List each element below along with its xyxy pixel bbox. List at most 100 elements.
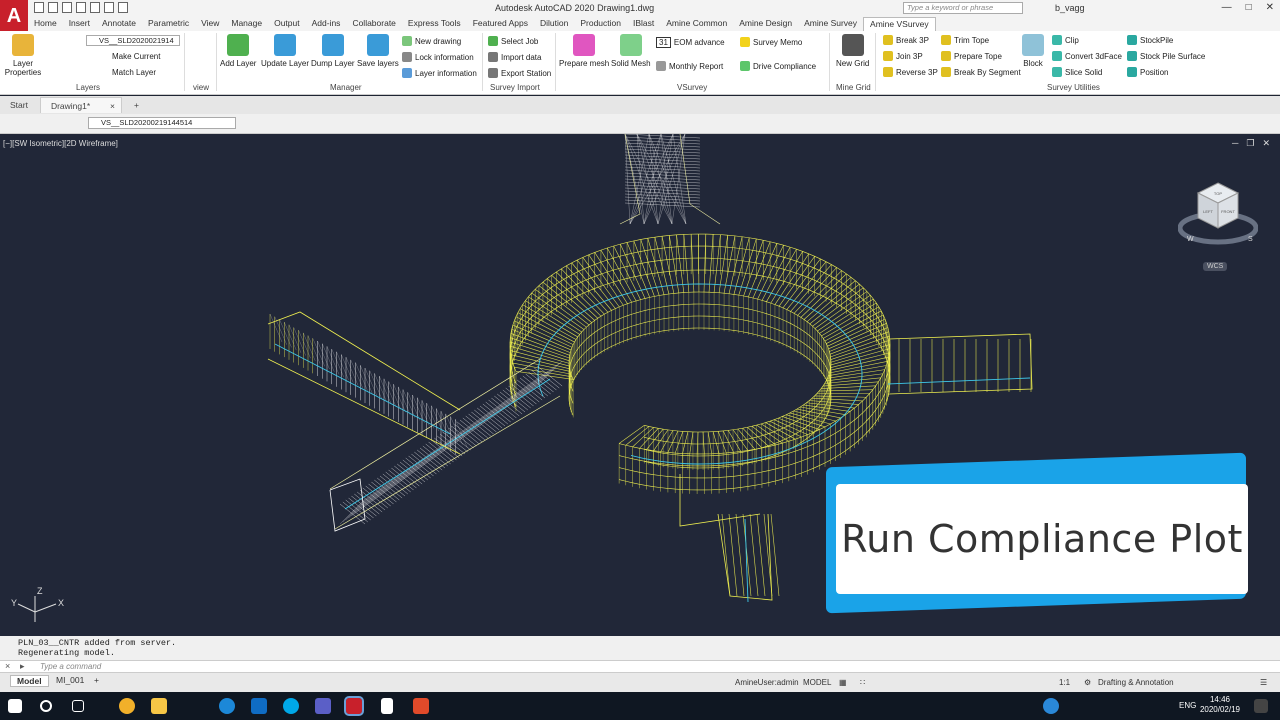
save-icon[interactable] bbox=[62, 2, 72, 13]
tab-express-tools[interactable]: Express Tools bbox=[402, 17, 467, 31]
prepare-mesh-button[interactable]: Prepare mesh bbox=[559, 34, 609, 68]
new-drawing-button[interactable]: New drawing bbox=[402, 36, 461, 46]
tab-iblast[interactable]: IBlast bbox=[627, 17, 660, 31]
edge-icon[interactable] bbox=[219, 698, 235, 714]
tab-amine-common[interactable]: Amine Common bbox=[660, 17, 733, 31]
clip-button[interactable]: Clip bbox=[1052, 35, 1079, 45]
taskbar-clock[interactable]: 14:46 2020/02/19 bbox=[1200, 695, 1240, 715]
survey-memo-button[interactable]: Survey Memo bbox=[740, 37, 802, 47]
import-data-button[interactable]: Import data bbox=[488, 52, 541, 62]
break-by-segment-button[interactable]: Break By Segment bbox=[941, 67, 1021, 77]
update-layer-button[interactable]: Update Layer bbox=[261, 34, 309, 68]
grid-toggle-icon[interactable]: ▦ bbox=[839, 678, 847, 687]
tab-collaborate[interactable]: Collaborate bbox=[346, 17, 401, 31]
close-button[interactable]: ✕ bbox=[1266, 2, 1274, 13]
notepad-icon[interactable] bbox=[381, 698, 393, 714]
search-input[interactable]: Type a keyword or phrase bbox=[903, 2, 1023, 14]
solid-mesh-button[interactable]: Solid Mesh bbox=[611, 34, 651, 68]
search-icon[interactable] bbox=[40, 700, 52, 712]
reverse-3p-button[interactable]: Reverse 3P bbox=[883, 67, 938, 77]
tab-amine-survey[interactable]: Amine Survey bbox=[798, 17, 863, 31]
position-button[interactable]: Position bbox=[1127, 67, 1168, 77]
tab-manage[interactable]: Manage bbox=[225, 17, 268, 31]
workspace-switch[interactable]: Drafting & Annotation bbox=[1098, 678, 1174, 687]
tab-insert[interactable]: Insert bbox=[63, 17, 96, 31]
skype-icon[interactable] bbox=[283, 698, 299, 714]
break-3p-button[interactable]: Break 3P bbox=[883, 35, 929, 45]
plot-icon[interactable] bbox=[90, 2, 100, 13]
redo-icon[interactable] bbox=[118, 2, 128, 13]
lock-information-button[interactable]: Lock information bbox=[402, 52, 474, 62]
monthly-report-button[interactable]: Monthly Report bbox=[656, 61, 723, 71]
tab-amine-design[interactable]: Amine Design bbox=[733, 17, 798, 31]
layer-combo[interactable]: VS__SLD2020021914 bbox=[86, 35, 180, 46]
drive-compliance-button[interactable]: Drive Compliance bbox=[740, 61, 816, 71]
customize-icon[interactable]: ☰ bbox=[1260, 678, 1267, 687]
stock-pile-surface-button[interactable]: Stock Pile Surface bbox=[1127, 51, 1205, 61]
outlook-icon[interactable] bbox=[251, 698, 267, 714]
export-station-button[interactable]: Export Station bbox=[488, 68, 551, 78]
block-button[interactable]: Block bbox=[1022, 34, 1044, 68]
recorder-icon[interactable] bbox=[413, 698, 429, 714]
trim-tope-button[interactable]: Trim Tope bbox=[941, 35, 989, 45]
eom-advance-button[interactable]: 31 EOM advance bbox=[656, 37, 725, 48]
minimize-button[interactable]: — bbox=[1222, 2, 1232, 13]
command-input[interactable]: Type a command bbox=[40, 662, 101, 671]
teams-icon[interactable] bbox=[315, 698, 331, 714]
match-layer-button[interactable]: Match Layer bbox=[112, 68, 156, 77]
maximize-button[interactable]: □ bbox=[1246, 2, 1252, 13]
tab-drawing1[interactable]: Drawing1* × bbox=[39, 97, 122, 114]
make-current-button[interactable]: Make Current bbox=[112, 52, 160, 61]
snap-toggle-icon[interactable]: ∷ bbox=[860, 678, 865, 687]
drawing-viewport[interactable]: [−][SW Isometric][2D Wireframe] ─ ❐ ✕ TO… bbox=[0, 134, 1280, 636]
close-tab-icon[interactable]: × bbox=[110, 98, 115, 114]
new-file-icon[interactable] bbox=[34, 2, 44, 13]
save-layers-button[interactable]: Save layers bbox=[357, 34, 399, 68]
tab-start[interactable]: Start bbox=[0, 97, 38, 113]
model-space-toggle[interactable]: MODEL bbox=[803, 678, 831, 687]
save-as-icon[interactable] bbox=[76, 2, 86, 13]
app-menu-button[interactable]: A bbox=[0, 0, 28, 32]
chrome-icon[interactable] bbox=[119, 698, 135, 714]
new-grid-button[interactable]: New Grid bbox=[836, 34, 869, 68]
wcs-menu[interactable]: WCS bbox=[1203, 262, 1228, 271]
tab-model[interactable]: Model bbox=[10, 675, 49, 687]
close-command-icon[interactable]: × bbox=[5, 661, 10, 671]
file-explorer-icon[interactable] bbox=[151, 698, 167, 714]
current-layer-combo[interactable]: VS__SLD20200219144514 bbox=[88, 117, 236, 129]
convert-3dface-button[interactable]: Convert 3dFace bbox=[1052, 51, 1122, 61]
annotation-scale[interactable]: 1:1 bbox=[1059, 678, 1070, 687]
layer-properties-button[interactable]: Layer Properties bbox=[4, 34, 42, 77]
tab-parametric[interactable]: Parametric bbox=[142, 17, 195, 31]
add-layer-button[interactable]: Add Layer bbox=[220, 34, 256, 68]
command-line[interactable]: × ▸ Type a command bbox=[0, 660, 1280, 673]
user-name[interactable]: b_vagg bbox=[1055, 3, 1085, 13]
open-file-icon[interactable] bbox=[48, 2, 58, 13]
tab-featured-apps[interactable]: Featured Apps bbox=[467, 17, 534, 31]
tab-view[interactable]: View bbox=[195, 17, 225, 31]
tab-annotate[interactable]: Annotate bbox=[96, 17, 142, 31]
autocad-taskbar-icon[interactable] bbox=[344, 696, 364, 716]
tab-output[interactable]: Output bbox=[268, 17, 306, 31]
tab-production[interactable]: Production bbox=[574, 17, 627, 31]
prepare-tope-button[interactable]: Prepare Tope bbox=[941, 51, 1002, 61]
tab-add-ins[interactable]: Add-ins bbox=[306, 17, 347, 31]
stockpile-button[interactable]: StockPile bbox=[1127, 35, 1173, 45]
help-icon[interactable] bbox=[1043, 698, 1059, 714]
task-view-icon[interactable] bbox=[72, 700, 84, 712]
tab-amine-vsurvey[interactable]: Amine VSurvey bbox=[863, 17, 936, 31]
join-3p-button[interactable]: Join 3P bbox=[883, 51, 923, 61]
windows-start-icon[interactable] bbox=[8, 699, 22, 713]
tab-layout-mi001[interactable]: MI_001 bbox=[50, 675, 90, 685]
notifications-icon[interactable] bbox=[1254, 699, 1268, 713]
new-tab-button[interactable]: + bbox=[124, 97, 149, 113]
tab-home[interactable]: Home bbox=[28, 17, 63, 31]
select-job-button[interactable]: Select Job bbox=[488, 36, 538, 46]
layer-information-button[interactable]: Layer information bbox=[402, 68, 477, 78]
add-layout-button[interactable]: + bbox=[88, 675, 105, 685]
undo-icon[interactable] bbox=[104, 2, 114, 13]
tab-dilution[interactable]: Dilution bbox=[534, 17, 574, 31]
input-language[interactable]: ENG bbox=[1179, 701, 1196, 710]
workspace-gear-icon[interactable]: ⚙ bbox=[1084, 678, 1091, 687]
dump-layer-button[interactable]: Dump Layer bbox=[311, 34, 355, 68]
